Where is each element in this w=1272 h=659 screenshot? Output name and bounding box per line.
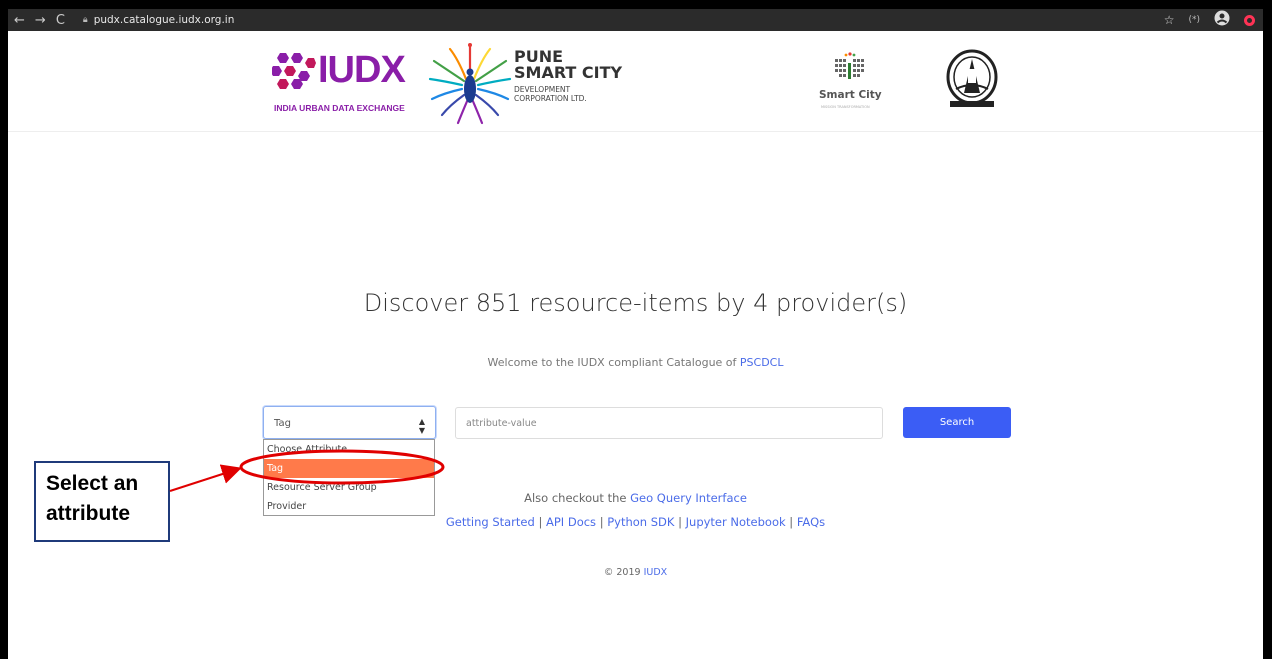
also-prefix: Also checkout the bbox=[524, 491, 631, 505]
api-docs-link[interactable]: API Docs bbox=[546, 515, 596, 529]
smart-city-dots-icon bbox=[835, 52, 864, 79]
attribute-value-input[interactable]: attribute-value bbox=[455, 407, 883, 439]
link-separator: | bbox=[596, 515, 608, 529]
page-title: Discover 851 resource-items by 4 provide… bbox=[363, 289, 908, 317]
annotation-line-1: Select an bbox=[46, 472, 139, 495]
select-arrows-icon: ▲ ▼ bbox=[418, 417, 425, 435]
smart-city-logo[interactable]: Smart City MISSION TRANSFORMATION bbox=[813, 49, 893, 127]
opera-icon[interactable] bbox=[1244, 14, 1255, 26]
geo-query-link[interactable]: Geo Query Interface bbox=[630, 491, 747, 505]
reload-icon[interactable]: C bbox=[56, 13, 65, 28]
logo-bar: IUDX INDIA URBAN DATA EXCHANGE PUNE SMAR… bbox=[8, 31, 1263, 132]
link-separator: | bbox=[674, 515, 686, 529]
lock-icon: 🔒︎ bbox=[82, 15, 88, 25]
link-separator: | bbox=[785, 515, 797, 529]
copyright-text: © 2019 bbox=[603, 567, 644, 578]
address-bar[interactable]: pudx.catalogue.iudx.org.in bbox=[94, 14, 235, 26]
pune-title-2: SMART CITY bbox=[514, 63, 623, 82]
account-icon[interactable] bbox=[1214, 10, 1230, 30]
doc-links: Getting Started | API Docs | Python SDK … bbox=[8, 515, 1263, 529]
forward-icon[interactable]: → bbox=[35, 13, 46, 28]
annotation-line-2: attribute bbox=[46, 502, 130, 525]
welcome-text: Welcome to the IUDX compliant Catalogue … bbox=[8, 356, 1263, 369]
python-sdk-link[interactable]: Python SDK bbox=[607, 515, 674, 529]
page: IUDX INDIA URBAN DATA EXCHANGE PUNE SMAR… bbox=[8, 31, 1263, 659]
iisc-emblem[interactable] bbox=[942, 49, 1002, 113]
annotation-arrow bbox=[169, 464, 242, 492]
welcome-prefix: Welcome to the IUDX compliant Catalogue … bbox=[487, 356, 740, 369]
iudx-logo[interactable]: IUDX INDIA URBAN DATA EXCHANGE bbox=[270, 43, 420, 123]
pune-smart-city-logo[interactable]: PUNE SMART CITY DEVELOPMENT CORPORATION … bbox=[428, 39, 648, 127]
pune-subtitle-2: CORPORATION LTD. bbox=[514, 94, 587, 103]
geo-query-text: Also checkout the Geo Query Interface bbox=[8, 491, 1263, 505]
search-button[interactable]: Search bbox=[903, 407, 1011, 438]
extension-icon[interactable]: (*) bbox=[1188, 15, 1200, 25]
option-choose-attribute[interactable]: Choose Attribute bbox=[264, 440, 434, 459]
option-tag[interactable]: Tag bbox=[264, 459, 434, 478]
attribute-select-value: Tag bbox=[274, 418, 291, 429]
back-icon[interactable]: ← bbox=[14, 13, 25, 28]
browser-toolbar: ← → C 🔒︎ pudx.catalogue.iudx.org.in ☆ (*… bbox=[8, 9, 1263, 31]
annotation-callout: Select an attribute bbox=[34, 461, 170, 542]
attribute-select[interactable]: Tag ▲ ▼ bbox=[263, 406, 436, 439]
pune-subtitle-1: DEVELOPMENT bbox=[514, 85, 571, 94]
smart-city-tagline: MISSION TRANSFORMATION bbox=[821, 105, 870, 109]
iudx-hex-icon bbox=[272, 53, 316, 89]
iudx-subtitle: INDIA URBAN DATA EXCHANGE bbox=[274, 103, 405, 113]
footer: © 2019 IUDX bbox=[8, 567, 1263, 578]
iisc-emblem-icon bbox=[946, 49, 998, 107]
jupyter-notebook-link[interactable]: Jupyter Notebook bbox=[686, 515, 786, 529]
bookmark-star-icon[interactable]: ☆ bbox=[1164, 13, 1175, 27]
link-separator: | bbox=[534, 515, 546, 529]
nav-buttons: ← → C bbox=[14, 13, 65, 28]
iudx-wordmark: IUDX bbox=[318, 49, 406, 91]
smart-city-label: Smart City bbox=[819, 89, 882, 101]
getting-started-link[interactable]: Getting Started bbox=[446, 515, 535, 529]
faqs-link[interactable]: FAQs bbox=[797, 515, 825, 529]
footer-iudx-link[interactable]: IUDX bbox=[644, 567, 668, 578]
peacock-icon bbox=[428, 43, 512, 125]
pscdcl-link[interactable]: PSCDCL bbox=[740, 356, 784, 369]
browser-actions: ☆ (*) bbox=[1164, 10, 1255, 30]
